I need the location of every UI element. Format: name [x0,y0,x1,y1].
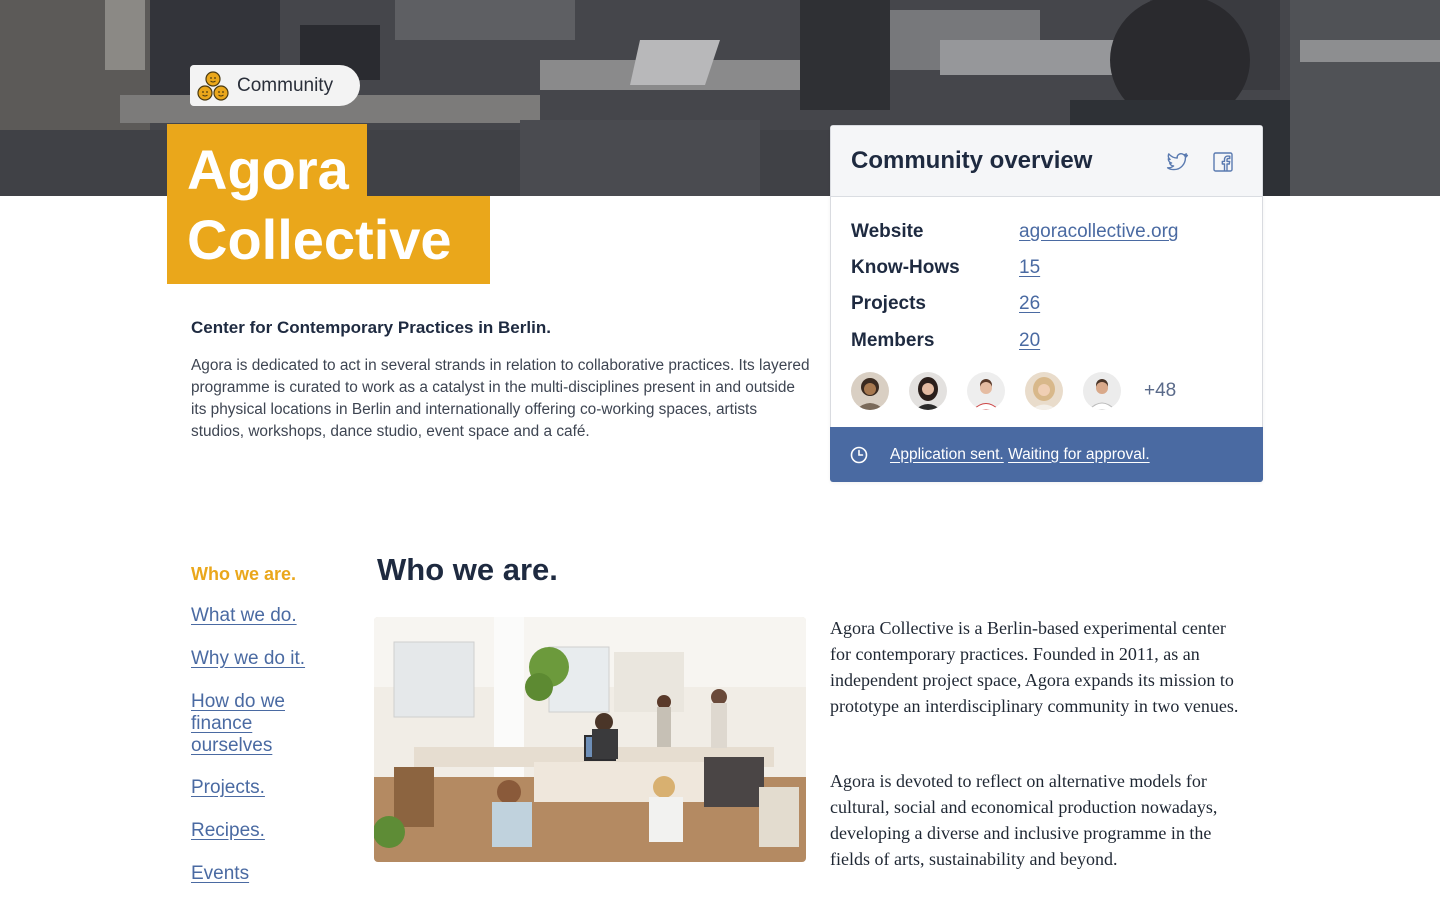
card-header: Community overview [831,126,1262,197]
nav-item-who-we-are[interactable]: Who we are. [191,563,341,585]
overview-row-know-hows: Know-Hows 15 [851,255,1040,281]
status-waiting-approval: Waiting for approval. [1008,445,1150,463]
nav-item-why-we-do-it[interactable]: Why we do it. [191,648,341,670]
community-description: Agora is dedicated to act in several str… [191,357,810,440]
community-badge-label: Community [237,74,334,96]
website-link[interactable]: agoracollective.org [1019,221,1178,243]
nav-item-projects[interactable]: Projects. [191,777,341,799]
card-title: Community overview [851,147,1093,174]
projects-count-link[interactable]: 26 [1019,293,1040,315]
overview-label-know-hows: Know-Hows [851,257,960,278]
membership-status-text[interactable]: Application sent. Waiting for approval. [890,446,1150,464]
about-paragraph-2: Agora is devoted to reflect on alternati… [830,771,1218,869]
overview-label-members: Members [851,330,935,351]
section-title: Who we are. [377,552,558,587]
status-application-sent: Application sent. [890,445,1004,463]
community-badge[interactable]: Community [190,65,360,106]
avatar[interactable] [967,372,1005,410]
page-title-line-1: Agora [167,124,367,212]
about-paragraph-1: Agora Collective is a Berlin-based exper… [830,618,1239,716]
overview-row-projects: Projects 26 [851,291,1040,317]
more-members-count[interactable]: +48 [1144,380,1176,402]
clock-icon [850,446,868,463]
avatar[interactable] [1025,372,1063,410]
nav-item-what-we-do[interactable]: What we do. [191,605,341,627]
nav-item-events[interactable]: Events [191,863,341,885]
facebook-icon[interactable] [1211,150,1235,174]
section-nav: Who we are. What we do. Why we do it. Ho… [191,560,341,885]
nav-item-recipes[interactable]: Recipes. [191,820,341,842]
community-overview-card: Community overview Website agoracollecti… [830,125,1263,482]
membership-status-bar: Application sent. Waiting for approval. [830,427,1263,482]
community-icon [197,70,229,101]
community-subtitle: Center for Contemporary Practices in Ber… [191,318,551,337]
coworking-space-photo [374,617,806,862]
overview-label-projects: Projects [851,293,926,314]
avatar[interactable] [851,372,889,410]
member-avatars: +48 [851,372,1176,410]
overview-row-website: Website agoracollective.org [851,219,1178,245]
avatar[interactable] [909,372,947,410]
overview-label-website: Website [851,221,924,242]
members-count-link[interactable]: 20 [1019,330,1040,352]
twitter-icon[interactable] [1165,150,1189,174]
nav-item-how-do-we-finance-ourselves[interactable]: How do we finance ourselves [191,691,311,757]
overview-row-members: Members 20 [851,328,1040,354]
avatar[interactable] [1083,372,1121,410]
know-hows-count-link[interactable]: 15 [1019,257,1040,279]
